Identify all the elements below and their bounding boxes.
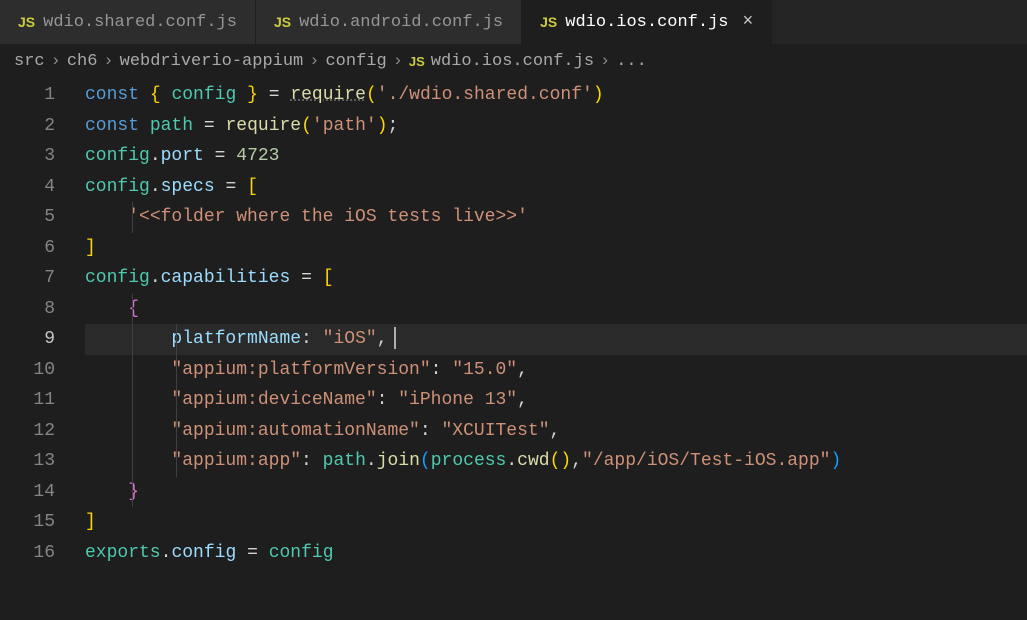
breadcrumb-trail[interactable]: ... — [616, 52, 647, 71]
line-number[interactable]: 1 — [0, 80, 55, 111]
code-line[interactable]: config.port = 4723 — [85, 141, 1027, 172]
close-icon[interactable]: × — [743, 12, 754, 32]
line-number[interactable]: 10 — [0, 355, 55, 386]
line-number[interactable]: 7 — [0, 263, 55, 294]
breadcrumb-part[interactable]: ch6 — [67, 52, 98, 71]
code-line[interactable]: '<<folder where the iOS tests live>>' — [85, 202, 1027, 233]
line-number[interactable]: 4 — [0, 172, 55, 203]
tab-wdio-shared[interactable]: JS wdio.shared.conf.js — [0, 0, 256, 44]
chevron-right-icon: › — [103, 52, 113, 71]
code-line[interactable]: "appium:deviceName": "iPhone 13", — [85, 385, 1027, 416]
code-line[interactable]: ] — [85, 507, 1027, 538]
code-line[interactable]: const { config } = require('./wdio.share… — [85, 80, 1027, 111]
code-line[interactable]: const path = require('path'); — [85, 111, 1027, 142]
tab-label: wdio.ios.conf.js — [565, 13, 728, 32]
chevron-right-icon: › — [393, 52, 403, 71]
code-line[interactable]: platformName: "iOS", — [85, 324, 1027, 355]
code-line[interactable]: config.specs = [ — [85, 172, 1027, 203]
code-line[interactable]: "appium:automationName": "XCUITest", — [85, 416, 1027, 447]
tab-bar: JS wdio.shared.conf.js JS wdio.android.c… — [0, 0, 1027, 44]
line-number[interactable]: 15 — [0, 507, 55, 538]
code-line[interactable]: "appium:app": path.join(process.cwd(),"/… — [85, 446, 1027, 477]
chevron-right-icon: › — [51, 52, 61, 71]
breadcrumb-part[interactable]: src — [14, 52, 45, 71]
tab-label: wdio.android.conf.js — [299, 13, 503, 32]
breadcrumb-part[interactable]: config — [325, 52, 386, 71]
tab-wdio-ios[interactable]: JS wdio.ios.conf.js × — [522, 0, 772, 44]
line-number[interactable]: 16 — [0, 538, 55, 569]
chevron-right-icon: › — [600, 52, 610, 71]
js-icon: JS — [409, 54, 425, 69]
code-line[interactable]: { — [85, 294, 1027, 325]
js-icon: JS — [18, 14, 35, 30]
js-icon: JS — [540, 14, 557, 30]
tab-wdio-android[interactable]: JS wdio.android.conf.js — [256, 0, 522, 44]
code-line[interactable]: ] — [85, 233, 1027, 264]
code-line[interactable]: "appium:platformVersion": "15.0", — [85, 355, 1027, 386]
line-number[interactable]: 9 — [0, 324, 55, 355]
line-number[interactable]: 8 — [0, 294, 55, 325]
code-line[interactable]: config.capabilities = [ — [85, 263, 1027, 294]
breadcrumb-part[interactable]: webdriverio-appium — [120, 52, 304, 71]
line-number[interactable]: 3 — [0, 141, 55, 172]
line-number[interactable]: 12 — [0, 416, 55, 447]
breadcrumb-file[interactable]: wdio.ios.conf.js — [431, 52, 594, 71]
breadcrumb[interactable]: src › ch6 › webdriverio-appium › config … — [0, 44, 1027, 78]
code-area[interactable]: const { config } = require('./wdio.share… — [85, 80, 1027, 568]
line-number[interactable]: 11 — [0, 385, 55, 416]
code-editor[interactable]: 1 2 3 4 5 6 7 8 9 10 11 12 13 14 15 16 c… — [0, 78, 1027, 568]
line-number-gutter: 1 2 3 4 5 6 7 8 9 10 11 12 13 14 15 16 — [0, 80, 85, 568]
text-cursor — [394, 327, 396, 349]
code-line[interactable]: exports.config = config — [85, 538, 1027, 569]
line-number[interactable]: 6 — [0, 233, 55, 264]
line-number[interactable]: 13 — [0, 446, 55, 477]
code-line[interactable]: } — [85, 477, 1027, 508]
tab-label: wdio.shared.conf.js — [43, 13, 237, 32]
js-icon: JS — [274, 14, 291, 30]
line-number[interactable]: 2 — [0, 111, 55, 142]
line-number[interactable]: 14 — [0, 477, 55, 508]
chevron-right-icon: › — [309, 52, 319, 71]
line-number[interactable]: 5 — [0, 202, 55, 233]
